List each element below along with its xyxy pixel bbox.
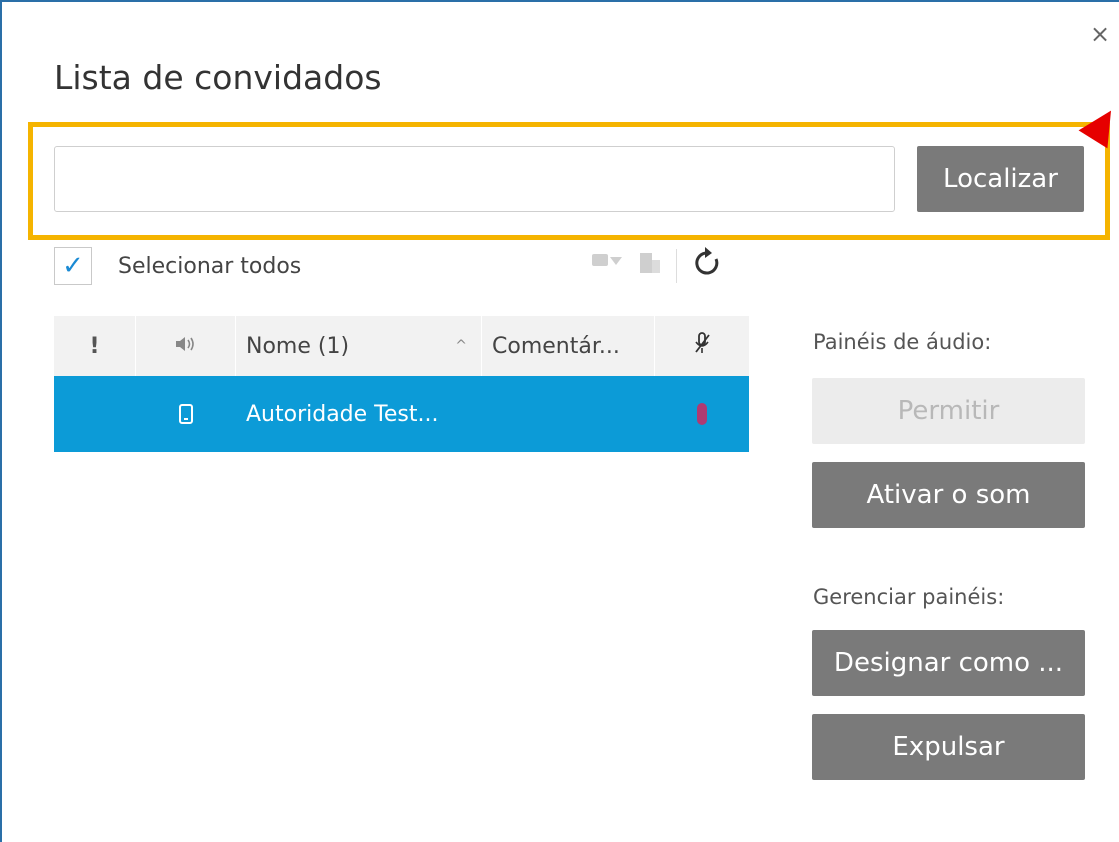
activate-sound-button[interactable]: Ativar o som: [812, 462, 1085, 528]
manage-panels-label: Gerenciar painéis:: [813, 585, 1005, 609]
participant-name: Autoridade Test...: [246, 401, 439, 427]
refresh-icon[interactable]: [693, 247, 721, 285]
row-alert-cell: [54, 376, 136, 452]
toolbar: [590, 246, 735, 286]
select-all-checkbox[interactable]: ✓: [54, 247, 92, 285]
mic-muted-icon: [693, 331, 711, 361]
column-header-comment[interactable]: Comentár...: [482, 316, 655, 376]
toolbar-divider: [676, 249, 677, 283]
column-header-name[interactable]: Nome (1) ^: [236, 316, 482, 376]
alert-icon: !: [89, 333, 100, 359]
column-header-comment-label: Comentár...: [492, 333, 620, 359]
column-header-audio[interactable]: [136, 316, 236, 376]
row-device-cell: [136, 376, 236, 452]
participants-table: ! Nome (1) ^ Comentár... Autoridade Test…: [54, 316, 749, 452]
select-all-label: Selecionar todos: [118, 253, 302, 279]
dialog-title: Lista de convidados: [54, 58, 382, 97]
expel-button[interactable]: Expulsar: [812, 714, 1085, 780]
row-name-cell: Autoridade Test...: [236, 376, 482, 452]
column-header-mic[interactable]: [655, 316, 749, 376]
table-row[interactable]: Autoridade Test...: [54, 376, 749, 452]
column-header-alert[interactable]: !: [54, 316, 136, 376]
video-filter-icon[interactable]: [590, 251, 624, 281]
column-header-name-label: Nome (1): [246, 333, 350, 359]
allow-button[interactable]: Permitir: [812, 378, 1085, 444]
sort-ascending-icon: ^: [455, 338, 467, 354]
row-comment-cell: [482, 376, 655, 452]
row-mic-cell[interactable]: [655, 376, 749, 452]
close-icon[interactable]: ×: [1090, 20, 1110, 48]
mic-muted-icon[interactable]: [697, 403, 707, 425]
building-icon[interactable]: [638, 251, 662, 281]
table-header: ! Nome (1) ^ Comentár...: [54, 316, 749, 376]
phone-icon: [179, 404, 193, 424]
search-input[interactable]: [54, 146, 895, 212]
designate-button[interactable]: Designar como ...: [812, 630, 1085, 696]
audio-panels-label: Painéis de áudio:: [813, 330, 992, 354]
select-all-row[interactable]: ✓ Selecionar todos: [54, 246, 301, 286]
search-button[interactable]: Localizar: [917, 146, 1084, 212]
checkmark-icon: ✓: [62, 251, 84, 281]
speaker-icon: [175, 334, 197, 359]
